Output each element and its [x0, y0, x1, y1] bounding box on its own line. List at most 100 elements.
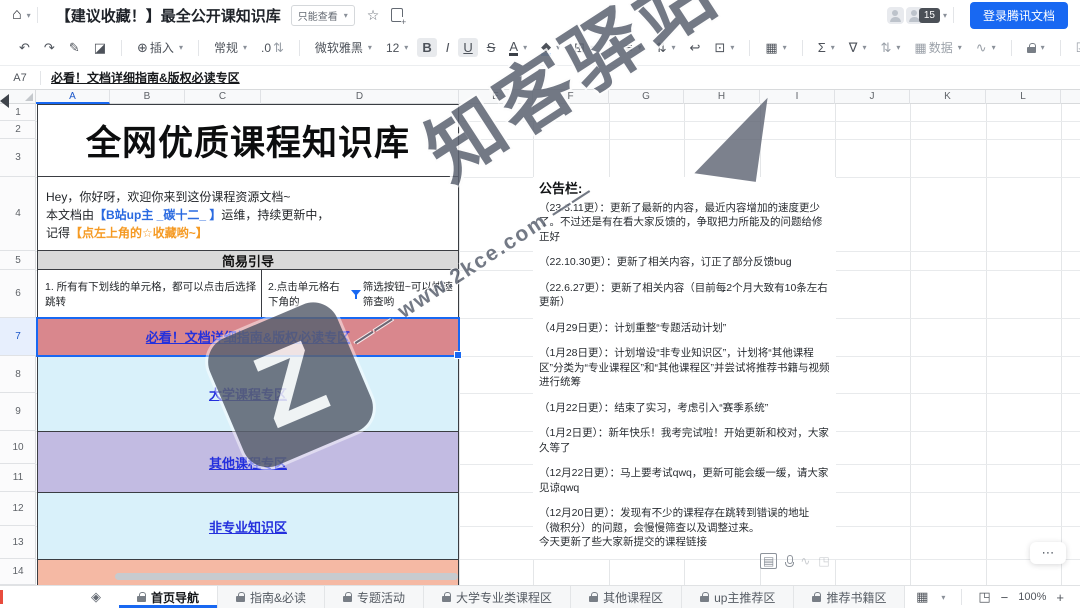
collaborator-count-badge[interactable]: 15: [919, 8, 940, 23]
row-header-10[interactable]: 10: [0, 431, 36, 464]
row-header-14[interactable]: 14: [0, 559, 36, 585]
row-header-13[interactable]: 13: [0, 526, 36, 559]
sheet-tab-5[interactable]: 其他课程区: [571, 586, 682, 608]
filter-button[interactable]: ∇▾: [844, 38, 872, 57]
section-link[interactable]: 非专业知识区: [209, 517, 287, 536]
section-university-courses[interactable]: 大学课程专区: [37, 355, 459, 432]
insert-chart-button[interactable]: ▦▾: [760, 38, 791, 57]
row-header-7[interactable]: 7: [0, 318, 36, 356]
column-header-F[interactable]: F: [533, 90, 609, 104]
guide-item-2[interactable]: 2.点击单元格右下角的 筛选按钮~可以快速筛查哟: [262, 270, 458, 317]
section-bottom-partial[interactable]: [37, 559, 459, 585]
column-header-J[interactable]: J: [835, 90, 910, 104]
redo-button[interactable]: ↷: [39, 38, 60, 57]
borders-button[interactable]: ⊞▾: [569, 38, 599, 57]
collapse-panel-icon[interactable]: [0, 94, 9, 108]
font-size-select[interactable]: 12▾: [381, 38, 413, 58]
column-header-E[interactable]: E: [459, 90, 533, 104]
spreadsheet-grid[interactable]: ABCDEFGHIJKL 1234567891011121314 全网优质课程知…: [0, 90, 1080, 585]
data-menu-button[interactable]: ▦数据▾: [909, 36, 966, 59]
insert-button[interactable]: ⊕插入▾: [132, 36, 188, 59]
underline-button[interactable]: U: [458, 38, 477, 57]
checkbox-button[interactable]: ☑▾: [1071, 38, 1080, 57]
sheet-list-icon[interactable]: ◈: [73, 586, 119, 608]
column-header-B[interactable]: B: [110, 90, 185, 104]
section-link[interactable]: 大学课程专区: [209, 384, 287, 403]
clear-format-button[interactable]: ◪: [89, 38, 111, 57]
fit-view-icon[interactable]: ◳: [978, 589, 990, 605]
more-actions-button[interactable]: ⋯: [1030, 542, 1066, 564]
text-color-button[interactable]: A▾: [504, 37, 532, 59]
announcement-cell[interactable]: 公告栏: （23.3.11更）：更新了最新的内容，最近内容增加的速度更少了。不过…: [533, 177, 836, 559]
column-header-A[interactable]: A: [36, 90, 110, 104]
section-must-read[interactable]: 必看！文档详细指南&版权必读专区: [37, 317, 459, 356]
login-button[interactable]: 登录腾讯文档: [970, 2, 1068, 29]
handwrite-icon[interactable]: ∿: [800, 554, 810, 568]
zoom-out-button[interactable]: −: [1001, 590, 1009, 605]
row-header-5[interactable]: 5: [0, 251, 36, 270]
undo-button[interactable]: ↶: [14, 38, 35, 57]
sheet-tab-2[interactable]: 指南&必读: [218, 586, 325, 608]
row-header-11[interactable]: 11: [0, 464, 36, 492]
sheet-tab-3[interactable]: 专题活动: [325, 586, 424, 608]
guide-item-1[interactable]: 1. 所有有下划线的单元格，都可以点击后选择跳转: [38, 270, 262, 317]
title-cell[interactable]: 全网优质课程知识库: [37, 104, 459, 177]
section-non-professional[interactable]: 非专业知识区: [37, 492, 459, 560]
section-link[interactable]: 其他课程专区: [209, 453, 287, 472]
formula-content[interactable]: 必看！文档详细指南&版权必读专区: [51, 69, 240, 86]
merge-cells-button[interactable]: ⊡▾: [709, 38, 739, 57]
row-header-6[interactable]: 6: [0, 270, 36, 318]
row-header-8[interactable]: 8: [0, 356, 36, 393]
vertical-align-button[interactable]: ⇅▾: [651, 38, 681, 57]
horizontal-align-button[interactable]: ≡▾: [620, 38, 647, 57]
protect-button[interactable]: ▾: [1022, 40, 1050, 56]
sum-button[interactable]: Σ▾: [813, 38, 840, 57]
number-format-select[interactable]: 常规▾: [209, 36, 252, 59]
text-wrap-button[interactable]: ↩: [685, 38, 706, 57]
row-header-2[interactable]: 2: [0, 121, 36, 139]
sheet-tab-6[interactable]: up主推荐区: [682, 586, 794, 608]
font-family-select[interactable]: 微软雅黑▾: [310, 36, 377, 59]
guide-header-cell[interactable]: 简易引导: [37, 250, 459, 270]
column-header-D[interactable]: D: [261, 90, 459, 104]
sheet-tab-1[interactable]: 首页导航: [119, 586, 218, 608]
fill-color-button[interactable]: ◆▾: [536, 37, 565, 59]
format-painter-button[interactable]: ✎: [64, 38, 85, 57]
row-header-12[interactable]: 12: [0, 492, 36, 526]
create-copy-icon[interactable]: [391, 8, 403, 22]
uploader-link[interactable]: 【B站up主 _碳十二_ 】: [94, 208, 221, 222]
column-header-L[interactable]: L: [986, 90, 1061, 104]
zoom-level[interactable]: 100%: [1018, 591, 1046, 603]
sort-button[interactable]: ⇅▾: [875, 38, 905, 57]
bold-button[interactable]: B: [417, 38, 436, 57]
column-header-I[interactable]: I: [760, 90, 835, 104]
home-caret-icon[interactable]: ▾: [27, 11, 31, 20]
scan-icon[interactable]: ◳: [818, 554, 829, 568]
star-icon[interactable]: ☆: [367, 7, 380, 24]
row-header-4[interactable]: 4: [0, 177, 36, 251]
cell-reference[interactable]: A7: [0, 72, 40, 84]
decimal-stepper[interactable]: .0⇅: [256, 38, 289, 58]
italic-button[interactable]: I: [441, 38, 455, 57]
section-other-courses[interactable]: 其他课程专区: [37, 431, 459, 493]
horizontal-scrollbar[interactable]: [115, 573, 458, 580]
chevron-down-icon[interactable]: ▾: [941, 593, 945, 602]
keyboard-icon[interactable]: ▤: [760, 553, 777, 569]
zoom-in-button[interactable]: +: [1056, 590, 1064, 605]
collaborator-caret-icon[interactable]: ▾: [943, 11, 947, 20]
column-header-C[interactable]: C: [185, 90, 261, 104]
grid-view-icon[interactable]: ▦: [916, 589, 928, 605]
permission-badge[interactable]: 只能查看 ▾: [291, 5, 355, 26]
row-header-9[interactable]: 9: [0, 393, 36, 431]
sheet-tab-7[interactable]: 推荐书籍区: [794, 586, 905, 608]
sheet-tab-4[interactable]: 大学专业类课程区: [424, 586, 571, 608]
microphone-icon[interactable]: [785, 555, 792, 567]
strikethrough-button[interactable]: S: [482, 38, 501, 57]
section-link[interactable]: 必看！文档详细指南&版权必读专区: [146, 327, 350, 346]
row-header-3[interactable]: 3: [0, 139, 36, 177]
home-icon[interactable]: ⌂: [12, 6, 22, 24]
intro-cell[interactable]: Hey，你好呀，欢迎你来到这份课程资源文档~ 本文档由【B站up主 _碳十二_ …: [37, 176, 459, 251]
column-header-G[interactable]: G: [609, 90, 684, 104]
column-header-K[interactable]: K: [910, 90, 986, 104]
collaborator-avatar[interactable]: [887, 7, 904, 24]
